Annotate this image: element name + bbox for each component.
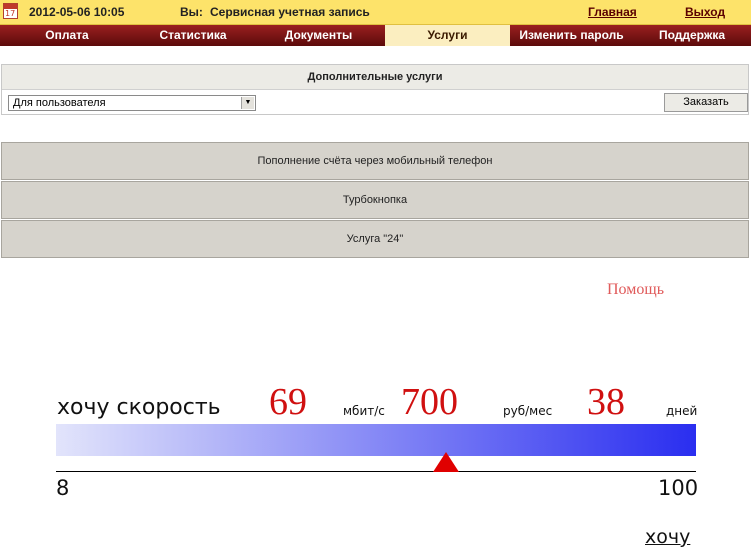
speed-min-label: 8 (56, 476, 70, 500)
service-mobile-topup[interactable]: Пополнение счёта через мобильный телефон (1, 142, 749, 180)
you-label: Вы: (180, 5, 203, 19)
nav-item-payment[interactable]: Оплата (0, 25, 134, 46)
calendar-day: 17 (5, 9, 16, 18)
nav-item-documents[interactable]: Документы (252, 25, 385, 46)
help-link[interactable]: Помощь (607, 281, 664, 299)
speed-gradient-bar[interactable] (56, 424, 696, 456)
chevron-down-icon[interactable]: ▼ (241, 97, 254, 109)
speed-slider-handle[interactable] (433, 452, 459, 472)
extra-services-panel: Дополнительные услуги Для пользователя ▼… (1, 64, 749, 115)
want-speed-label: хочу скорость (57, 395, 221, 420)
datetime: 2012-05-06 10:05 (29, 5, 125, 19)
top-bar: 17 2012-05-06 10:05 Вы: Сервисная учетна… (0, 0, 751, 25)
nav-item-support[interactable]: Поддержка (633, 25, 751, 46)
speed-value: 69 (269, 381, 307, 423)
home-link[interactable]: Главная (588, 5, 637, 19)
panel-title: Дополнительные услуги (2, 65, 748, 90)
user-type-select[interactable]: Для пользователя ▼ (8, 95, 256, 111)
price-value: 700 (401, 381, 458, 423)
service-24[interactable]: Услуга "24" (1, 220, 749, 258)
order-button[interactable]: Заказать (664, 93, 748, 112)
speed-unit: мбит/с (343, 404, 385, 418)
speed-max-label: 100 (658, 476, 699, 500)
service-turbo-button[interactable]: Турбокнопка (1, 181, 749, 219)
nav-item-statistics[interactable]: Статистика (134, 25, 252, 46)
days-value: 38 (587, 381, 625, 423)
nav-item-services[interactable]: Услуги (385, 25, 510, 46)
want-link[interactable]: хочу (645, 526, 690, 548)
select-value: Для пользователя (13, 97, 106, 109)
account-name: Сервисная учетная запись (210, 5, 370, 19)
speed-axis (56, 471, 696, 472)
days-unit: дней (666, 404, 698, 418)
main-nav: Оплата Статистика Документы Услуги Измен… (0, 25, 751, 46)
logout-link[interactable]: Выход (685, 5, 725, 19)
nav-item-change-password[interactable]: Изменить пароль (510, 25, 633, 46)
price-unit: руб/мес (503, 404, 553, 418)
calendar-icon: 17 (3, 3, 18, 19)
